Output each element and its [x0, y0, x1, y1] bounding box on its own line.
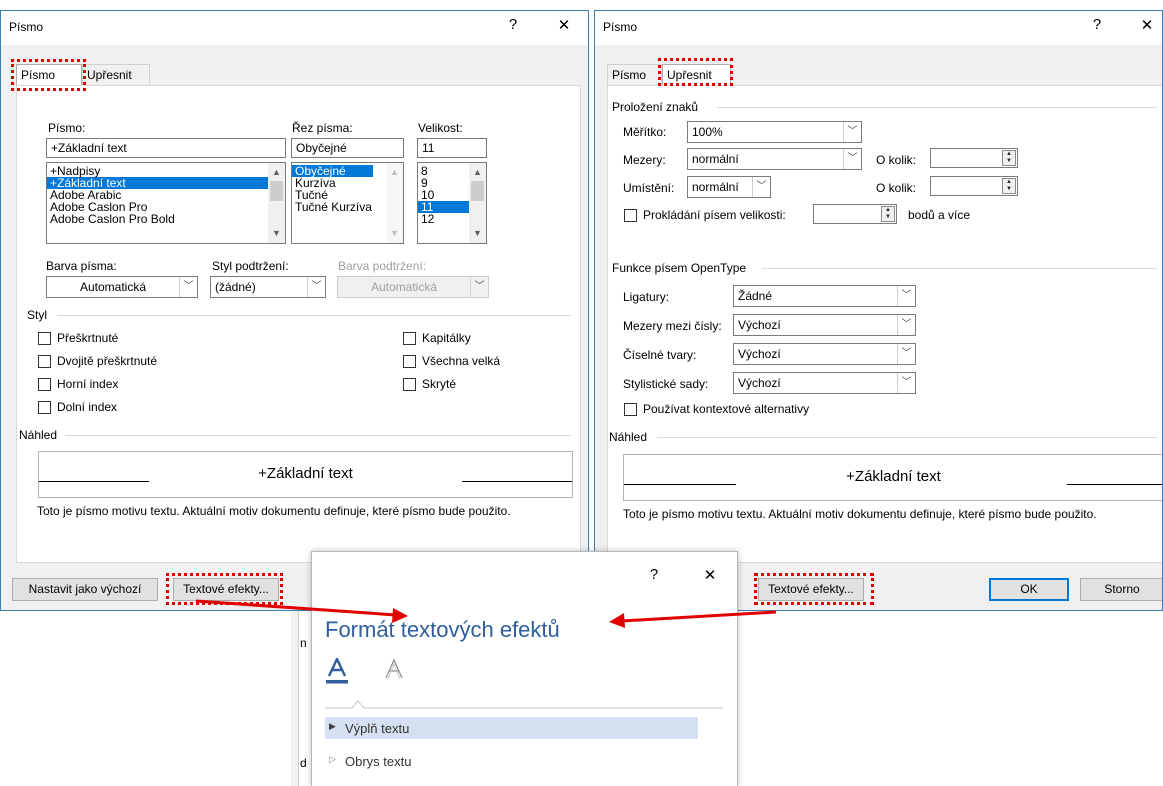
arrow-right	[621, 610, 777, 623]
arrow-left	[195, 599, 397, 617]
arrowhead-left-icon	[392, 608, 408, 623]
annotation-arrows	[195, 599, 777, 628]
arrowhead-right-icon	[609, 613, 625, 628]
